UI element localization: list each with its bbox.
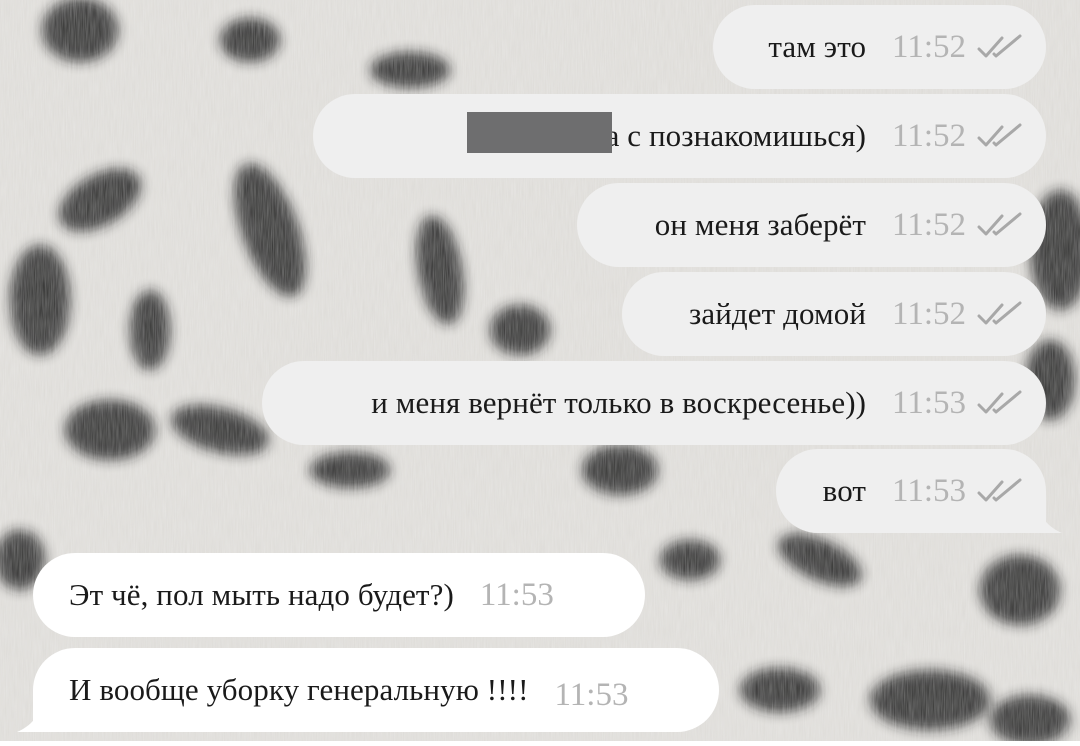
- read-double-check-icon: [976, 123, 1024, 149]
- bubble-tail: [1036, 503, 1062, 533]
- message-time: 11:53: [479, 576, 554, 613]
- message-bubble-outgoing[interactable]: и меня вернёт только в воскресенье)) 11:…: [262, 361, 1046, 445]
- message-bubble-outgoing[interactable]: зайдет домой 11:52: [622, 272, 1046, 356]
- read-double-check-icon: [976, 212, 1024, 238]
- message-text: и меня вернёт только в воскресенье)): [371, 385, 867, 420]
- message-time: 11:52: [892, 295, 966, 332]
- message-bubble-outgoing[interactable]: вот 11:53: [776, 449, 1046, 533]
- read-double-check-icon: [976, 390, 1024, 416]
- message-text: зайдет домой: [689, 296, 867, 331]
- message-text: там это: [768, 29, 867, 64]
- read-double-check-icon: [976, 478, 1024, 504]
- redaction-block: [467, 112, 612, 153]
- message-time: 11:53: [892, 472, 966, 509]
- message-text: вот: [822, 473, 867, 508]
- message-time: 11:53: [554, 676, 629, 713]
- message-time: 11:52: [892, 28, 966, 65]
- read-double-check-icon: [976, 301, 1024, 327]
- message-text: И вообще уборку генеральную !!!!: [69, 672, 529, 707]
- message-time: 11:53: [892, 384, 966, 421]
- message-time: 11:52: [892, 117, 966, 154]
- message-bubble-outgoing[interactable]: там это 11:52: [713, 5, 1046, 89]
- message-text: он меня заберёт: [654, 207, 867, 242]
- message-bubble-outgoing[interactable]: завтра с познакомишься) 11:52: [313, 94, 1046, 178]
- read-double-check-icon: [976, 34, 1024, 60]
- message-bubble-incoming[interactable]: И вообще уборку генеральную !!!! 11:53: [33, 648, 719, 732]
- message-time: 11:52: [892, 206, 966, 243]
- message-bubble-incoming[interactable]: Эт чё, пол мыть надо будет?) 11:53: [33, 553, 645, 637]
- bubble-tail: [17, 702, 43, 732]
- message-bubble-outgoing[interactable]: он меня заберёт 11:52: [577, 183, 1046, 267]
- message-text: Эт чё, пол мыть надо будет?): [69, 577, 454, 612]
